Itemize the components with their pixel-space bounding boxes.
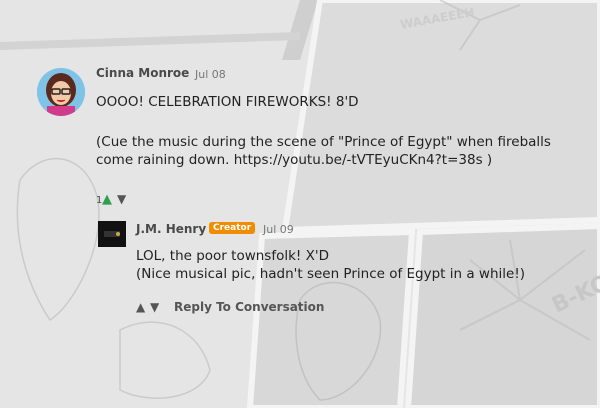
cartoon-girl-avatar-icon	[37, 68, 85, 116]
reply-author[interactable]: J.M. Henry	[136, 222, 206, 236]
avatar[interactable]	[37, 68, 85, 116]
reply-to-conversation-button[interactable]: Reply To Conversation	[174, 300, 324, 314]
comment-line-3: (Cue the music during the scene of "Prin…	[96, 134, 551, 150]
creator-badge: Creator	[209, 222, 256, 234]
reply-upvote-icon[interactable]: ▲	[136, 300, 145, 314]
comment-line-1: OOOO! CELEBRATION FIREWORKS! 8'D	[96, 94, 359, 110]
comment-thread: Cinna Monroe Jul 08 OOOO! CELEBRATION FI…	[0, 0, 600, 408]
upvote-icon[interactable]: ▲	[102, 192, 112, 207]
reply-line-2: (Nice musical pic, hadn't seen Prince of…	[136, 266, 526, 282]
comment-author[interactable]: Cinna Monroe	[96, 66, 189, 80]
reply-line-1: LOL, the poor townsfolk! X'D	[136, 248, 329, 264]
comment-line-4: come raining down. https://youtu.be/-tVT…	[96, 152, 493, 168]
reply-downvote-icon[interactable]: ▼	[150, 300, 159, 314]
dark-square-avatar-icon	[98, 221, 126, 247]
reply-avatar[interactable]	[98, 221, 126, 247]
comment-date[interactable]: Jul 08	[195, 68, 226, 81]
reply-date[interactable]: Jul 09	[263, 223, 294, 236]
downvote-icon[interactable]: ▼	[117, 192, 126, 206]
